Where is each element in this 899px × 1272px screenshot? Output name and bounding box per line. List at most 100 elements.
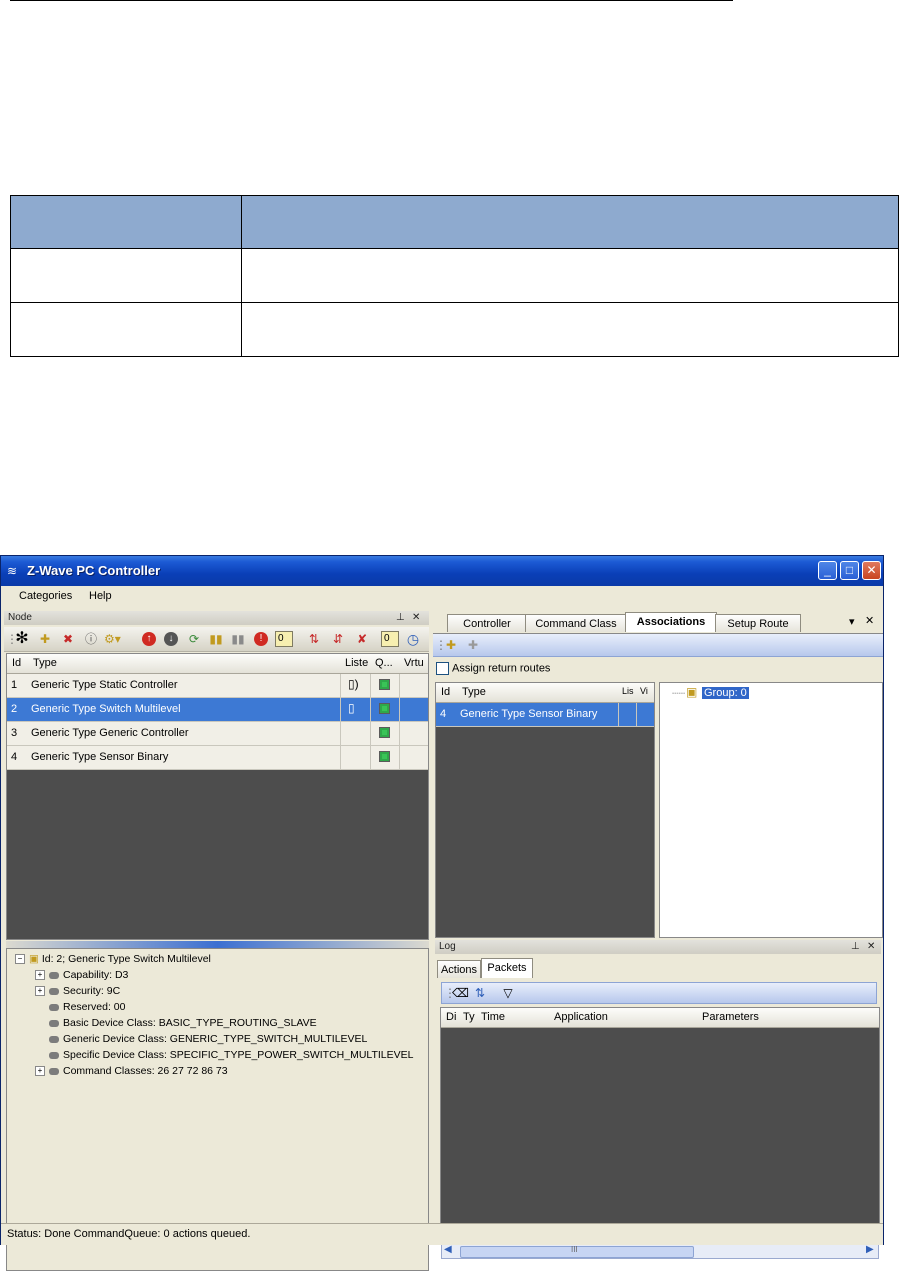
- group-tree: ┄┄ ▣ Group: 0: [659, 682, 883, 938]
- tree-node-label: Capability: D3: [63, 969, 129, 981]
- filter-icon[interactable]: ▽: [500, 985, 516, 1001]
- col-type[interactable]: Type: [33, 657, 57, 669]
- table-cell: [241, 302, 899, 357]
- refresh-icon[interactable]: ⟳: [186, 631, 202, 647]
- library-gray-icon[interactable]: ▮▮: [230, 631, 246, 647]
- node-info-icon[interactable]: ⓘ: [83, 631, 99, 647]
- maximize-button[interactable]: □: [840, 561, 859, 580]
- add-association-icon[interactable]: ✚: [443, 637, 459, 653]
- suc-icon[interactable]: ⇵: [330, 631, 346, 647]
- tab-strip: Controller Command Class Associations Se…: [433, 611, 883, 634]
- library-icon[interactable]: ▮▮: [208, 631, 224, 647]
- up-arrow-icon[interactable]: ↑: [142, 632, 156, 646]
- table-row[interactable]: 3 Generic Type Generic Controller: [7, 722, 428, 746]
- table-row[interactable]: 4 Generic Type Sensor Binary: [436, 703, 654, 727]
- remove-node-icon[interactable]: ✖: [60, 631, 76, 647]
- col-parameters[interactable]: Parameters: [702, 1011, 759, 1023]
- tree-node-label: Security: 9C: [63, 985, 121, 997]
- expand-icon[interactable]: +: [35, 970, 45, 981]
- panel-close-icon[interactable]: ✕: [412, 611, 420, 625]
- app-window: ≋ Z-Wave PC Controller _ □ ✕ Categories …: [0, 555, 884, 1271]
- node-bullet-icon: [49, 971, 59, 979]
- scroll-left-icon[interactable]: ◀: [444, 1244, 452, 1255]
- queue-status-icon: [379, 751, 390, 762]
- col-queue[interactable]: Q...: [375, 657, 393, 669]
- row-id: 3: [11, 727, 18, 739]
- tab-controller[interactable]: Controller: [447, 614, 527, 632]
- pin-icon[interactable]: ⊥: [396, 611, 405, 625]
- col-virtual[interactable]: Vi: [640, 686, 648, 696]
- scroll-right-icon[interactable]: ▶: [866, 1244, 874, 1255]
- tree-node[interactable]: + Command Classes: 26 27 72 86 73: [35, 1065, 228, 1077]
- collapse-icon[interactable]: −: [15, 954, 25, 965]
- col-id[interactable]: Id: [12, 657, 21, 669]
- tree-node[interactable]: Reserved: 00: [49, 1001, 125, 1013]
- col-type[interactable]: Type: [462, 686, 486, 698]
- tree-node[interactable]: + Security: 9C: [35, 985, 120, 997]
- tree-node[interactable]: Generic Device Class: GENERIC_TYPE_SWITC…: [49, 1033, 367, 1045]
- col-application[interactable]: Application: [554, 1011, 608, 1023]
- delete-id-icon[interactable]: ✘: [354, 631, 370, 647]
- asterisk-icon[interactable]: ✻: [14, 631, 30, 647]
- horizontal-scrollbar[interactable]: ◀ III ▶: [441, 1243, 879, 1259]
- scroll-thumb-grip: III: [571, 1245, 578, 1254]
- col-listening[interactable]: Lis: [622, 686, 634, 696]
- add-node-icon[interactable]: ✚: [37, 631, 53, 647]
- node-bullet-icon: [49, 1067, 59, 1075]
- row-type: Generic Type Sensor Binary: [460, 708, 598, 720]
- tab-packets[interactable]: Packets: [481, 958, 533, 978]
- counter-box-2[interactable]: 0: [381, 631, 399, 647]
- table-row[interactable]: 1 Generic Type Static Controller ▯): [7, 674, 428, 698]
- listening-icon: ▯: [348, 701, 355, 715]
- table-cell: [241, 248, 899, 303]
- sort-icon[interactable]: ⇅: [472, 985, 488, 1001]
- down-arrow-icon[interactable]: ↓: [164, 632, 178, 646]
- tree-root[interactable]: − ▣ Id: 2; Generic Type Switch Multilevel: [15, 953, 211, 965]
- table-row[interactable]: 2 Generic Type Switch Multilevel ▯: [7, 698, 428, 722]
- tree-node[interactable]: + Capability: D3: [35, 969, 128, 981]
- col-virtual[interactable]: Vrtu: [404, 657, 424, 669]
- tab-command-class[interactable]: Command Class: [525, 614, 627, 632]
- tree-node[interactable]: Specific Device Class: SPECIFIC_TYPE_POW…: [49, 1049, 413, 1061]
- tab-actions[interactable]: Actions: [437, 960, 481, 978]
- panel-close-icon[interactable]: ✕: [867, 940, 875, 954]
- col-time[interactable]: Time: [481, 1011, 505, 1023]
- assign-return-routes[interactable]: Assign return routes: [436, 662, 550, 675]
- expand-icon[interactable]: +: [35, 986, 45, 997]
- warning-icon[interactable]: !: [254, 632, 268, 646]
- associations-toolbar: ⋮ ✚ ✚: [433, 634, 883, 657]
- group-label[interactable]: Group: 0: [702, 687, 749, 699]
- eraser-icon[interactable]: ⌫: [452, 985, 469, 1001]
- clock-icon[interactable]: ◷: [405, 631, 421, 647]
- tab-dropdown-icon[interactable]: ▾: [849, 615, 855, 628]
- tree-node-label: Basic Device Class: BASIC_TYPE_ROUTING_S…: [63, 1017, 317, 1029]
- menu-help[interactable]: Help: [89, 590, 112, 602]
- table-row[interactable]: 4 Generic Type Sensor Binary: [7, 746, 428, 770]
- tab-associations[interactable]: Associations: [625, 612, 717, 632]
- col-id[interactable]: Id: [441, 686, 450, 698]
- col-direction[interactable]: Di: [446, 1011, 456, 1023]
- row-id: 4: [440, 708, 447, 720]
- assign-return-routes-checkbox[interactable]: [436, 662, 449, 675]
- menu-categories[interactable]: Categories: [19, 590, 72, 602]
- splitter[interactable]: [6, 941, 429, 948]
- queue-status-icon: [379, 727, 390, 738]
- row-type: Generic Type Generic Controller: [31, 727, 189, 739]
- counter-box-1[interactable]: 0: [275, 631, 293, 647]
- node-panel-title: Node: [8, 612, 32, 623]
- assign-id-icon[interactable]: ⇅: [306, 631, 322, 647]
- remove-association-icon[interactable]: ✚: [465, 637, 481, 653]
- queue-status-icon: [379, 703, 390, 714]
- close-button[interactable]: ✕: [862, 561, 881, 580]
- tab-close-icon[interactable]: ✕: [865, 614, 874, 627]
- pin-icon[interactable]: ⊥: [851, 940, 860, 954]
- title-bar[interactable]: ≋ Z-Wave PC Controller _ □ ✕: [1, 556, 883, 586]
- col-listening[interactable]: Liste: [345, 657, 368, 669]
- row-type: Generic Type Static Controller: [31, 679, 178, 691]
- col-type[interactable]: Ty: [463, 1011, 475, 1023]
- expand-icon[interactable]: +: [35, 1066, 45, 1077]
- minimize-button[interactable]: _: [818, 561, 837, 580]
- network-dropdown-icon[interactable]: ⚙▾: [104, 631, 121, 647]
- tree-node[interactable]: Basic Device Class: BASIC_TYPE_ROUTING_S…: [49, 1017, 317, 1029]
- tab-setup-route[interactable]: Setup Route: [715, 614, 801, 632]
